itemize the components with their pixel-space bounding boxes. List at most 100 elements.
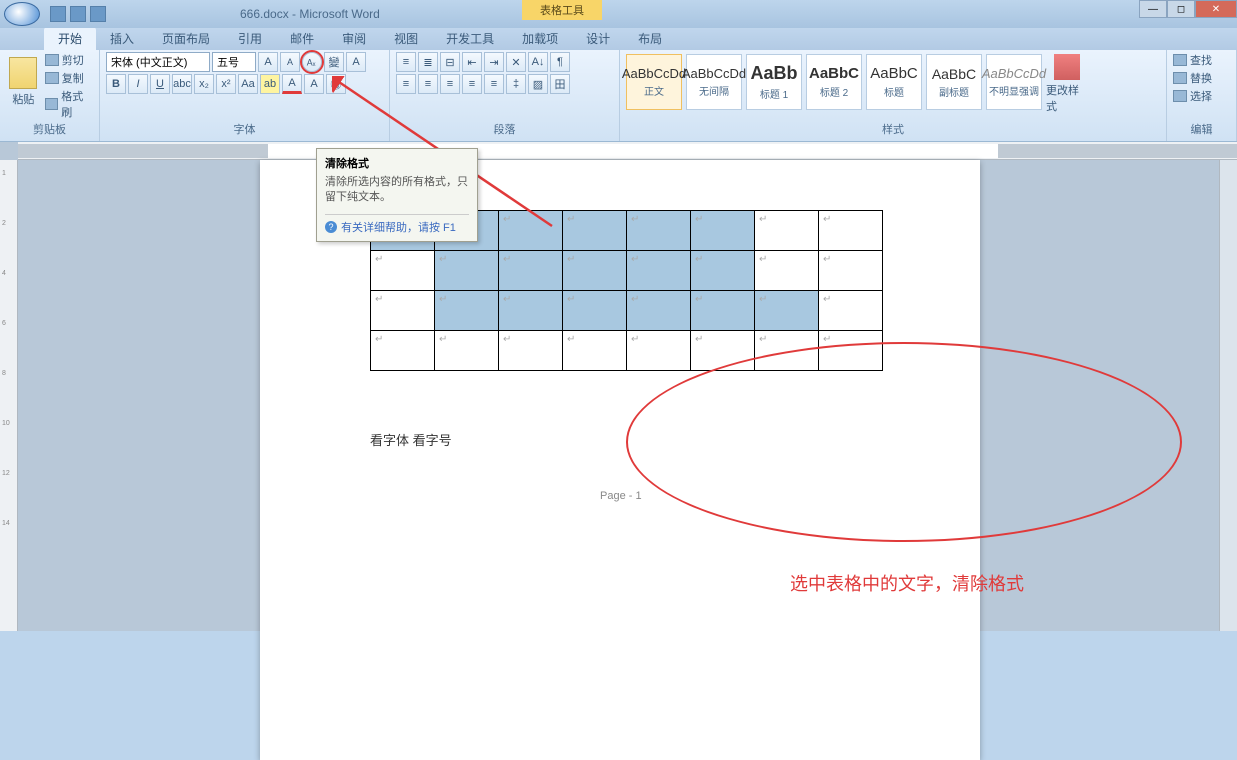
table-cell[interactable] bbox=[627, 251, 691, 291]
change-styles-button[interactable]: 更改样式 bbox=[1046, 54, 1088, 114]
highlight-button[interactable]: ab bbox=[260, 74, 280, 94]
tab-review[interactable]: 审阅 bbox=[328, 27, 380, 50]
tab-addins[interactable]: 加载项 bbox=[508, 27, 572, 50]
align-left-button[interactable]: ≡ bbox=[396, 74, 416, 94]
change-case-button[interactable]: Aa bbox=[238, 74, 258, 94]
table-cell[interactable] bbox=[499, 211, 563, 251]
horizontal-ruler[interactable] bbox=[18, 142, 1237, 160]
table-cell[interactable] bbox=[691, 331, 755, 371]
font-name-combo[interactable]: 宋体 (中文正文) bbox=[106, 52, 210, 72]
vertical-scrollbar[interactable] bbox=[1219, 160, 1237, 631]
tab-insert[interactable]: 插入 bbox=[96, 27, 148, 50]
style-title[interactable]: AaBbC标题 bbox=[866, 54, 922, 110]
table-cell[interactable] bbox=[819, 331, 883, 371]
font-size-combo[interactable]: 五号 bbox=[212, 52, 256, 72]
align-right-button[interactable]: ≡ bbox=[440, 74, 460, 94]
cut-button[interactable]: 剪切 bbox=[45, 52, 93, 68]
table-cell[interactable] bbox=[819, 211, 883, 251]
table-cell[interactable] bbox=[691, 211, 755, 251]
close-button[interactable]: ✕ bbox=[1195, 0, 1237, 18]
table-cell[interactable] bbox=[499, 291, 563, 331]
underline-button[interactable]: U bbox=[150, 74, 170, 94]
table-cell[interactable] bbox=[563, 291, 627, 331]
numbering-button[interactable]: ≣ bbox=[418, 52, 438, 72]
align-center-button[interactable]: ≡ bbox=[418, 74, 438, 94]
table-cell[interactable] bbox=[435, 291, 499, 331]
tab-tablelayout[interactable]: 布局 bbox=[624, 27, 676, 50]
superscript-button[interactable]: x² bbox=[216, 74, 236, 94]
strike-button[interactable]: abc bbox=[172, 74, 192, 94]
character-shading-button[interactable]: A bbox=[304, 74, 324, 94]
style-normal[interactable]: AaBbCcDd正文 bbox=[626, 54, 682, 110]
table-cell[interactable] bbox=[563, 251, 627, 291]
qat-save-icon[interactable] bbox=[50, 6, 66, 22]
show-marks-button[interactable]: ¶ bbox=[550, 52, 570, 72]
asian-layout-button[interactable]: ✕ bbox=[506, 52, 526, 72]
justify-button[interactable]: ≡ bbox=[462, 74, 482, 94]
multilevel-button[interactable]: ⊟ bbox=[440, 52, 460, 72]
copy-button[interactable]: 复制 bbox=[45, 70, 93, 86]
subscript-button[interactable]: x₂ bbox=[194, 74, 214, 94]
grow-font-button[interactable]: A bbox=[258, 52, 278, 72]
table-cell[interactable] bbox=[819, 251, 883, 291]
style-heading1[interactable]: AaBb标题 1 bbox=[746, 54, 802, 110]
table-cell[interactable] bbox=[371, 291, 435, 331]
office-button[interactable] bbox=[4, 2, 40, 26]
table-cell[interactable] bbox=[371, 331, 435, 371]
italic-button[interactable]: I bbox=[128, 74, 148, 94]
table-cell[interactable] bbox=[627, 291, 691, 331]
maximize-button[interactable]: ◻ bbox=[1167, 0, 1195, 18]
tab-devtools[interactable]: 开发工具 bbox=[432, 27, 508, 50]
table-cell[interactable] bbox=[691, 251, 755, 291]
clear-formatting-button[interactable]: Aₓ bbox=[302, 52, 322, 72]
bullets-button[interactable]: ≡ bbox=[396, 52, 416, 72]
increase-indent-button[interactable]: ⇥ bbox=[484, 52, 504, 72]
minimize-button[interactable]: — bbox=[1139, 0, 1167, 18]
table-cell[interactable] bbox=[755, 251, 819, 291]
table-cell[interactable] bbox=[435, 251, 499, 291]
tab-mailings[interactable]: 邮件 bbox=[276, 27, 328, 50]
qat-undo-icon[interactable] bbox=[70, 6, 86, 22]
select-button[interactable]: 选择 bbox=[1173, 88, 1212, 104]
table-cell[interactable] bbox=[627, 331, 691, 371]
distribute-button[interactable]: ≡ bbox=[484, 74, 504, 94]
tab-home[interactable]: 开始 bbox=[44, 27, 96, 50]
table-cell[interactable] bbox=[563, 211, 627, 251]
table-cell[interactable] bbox=[755, 291, 819, 331]
shrink-font-button[interactable]: A bbox=[280, 52, 300, 72]
table-cell[interactable] bbox=[371, 251, 435, 291]
document-page[interactable]: 看字号 bbox=[260, 160, 980, 760]
tab-design[interactable]: 设计 bbox=[572, 27, 624, 50]
table-cell[interactable] bbox=[499, 251, 563, 291]
table-cell[interactable] bbox=[691, 291, 755, 331]
table-cell[interactable] bbox=[627, 211, 691, 251]
vertical-ruler[interactable]: 1246 8101214 bbox=[0, 160, 18, 631]
table-cell[interactable] bbox=[819, 291, 883, 331]
character-border-button[interactable]: A bbox=[346, 52, 366, 72]
table-cell[interactable] bbox=[755, 331, 819, 371]
font-color-button[interactable]: A bbox=[282, 74, 302, 94]
style-nospacing[interactable]: AaBbCcDd无间隔 bbox=[686, 54, 742, 110]
style-subtle[interactable]: AaBbCcDd不明显强调 bbox=[986, 54, 1042, 110]
table-cell[interactable] bbox=[499, 331, 563, 371]
paste-button[interactable]: 粘贴 bbox=[6, 52, 41, 112]
table-cell[interactable] bbox=[435, 331, 499, 371]
enclose-chars-button[interactable]: ㊕ bbox=[326, 74, 346, 94]
replace-button[interactable]: 替换 bbox=[1173, 70, 1212, 86]
shading-button[interactable]: ▨ bbox=[528, 74, 548, 94]
find-button[interactable]: 查找 bbox=[1173, 52, 1212, 68]
borders-button[interactable]: 田 bbox=[550, 74, 570, 94]
table-cell[interactable] bbox=[755, 211, 819, 251]
decrease-indent-button[interactable]: ⇤ bbox=[462, 52, 482, 72]
body-text-line[interactable]: 看字体 看字号 bbox=[370, 430, 452, 449]
style-subtitle[interactable]: AaBbC副标题 bbox=[926, 54, 982, 110]
tab-references[interactable]: 引用 bbox=[224, 27, 276, 50]
style-heading2[interactable]: AaBbC标题 2 bbox=[806, 54, 862, 110]
qat-redo-icon[interactable] bbox=[90, 6, 106, 22]
bold-button[interactable]: B bbox=[106, 74, 126, 94]
phonetic-guide-button[interactable]: 變 bbox=[324, 52, 344, 72]
tab-layout[interactable]: 页面布局 bbox=[148, 27, 224, 50]
line-spacing-button[interactable]: ‡ bbox=[506, 74, 526, 94]
table-cell[interactable] bbox=[563, 331, 627, 371]
tab-view[interactable]: 视图 bbox=[380, 27, 432, 50]
